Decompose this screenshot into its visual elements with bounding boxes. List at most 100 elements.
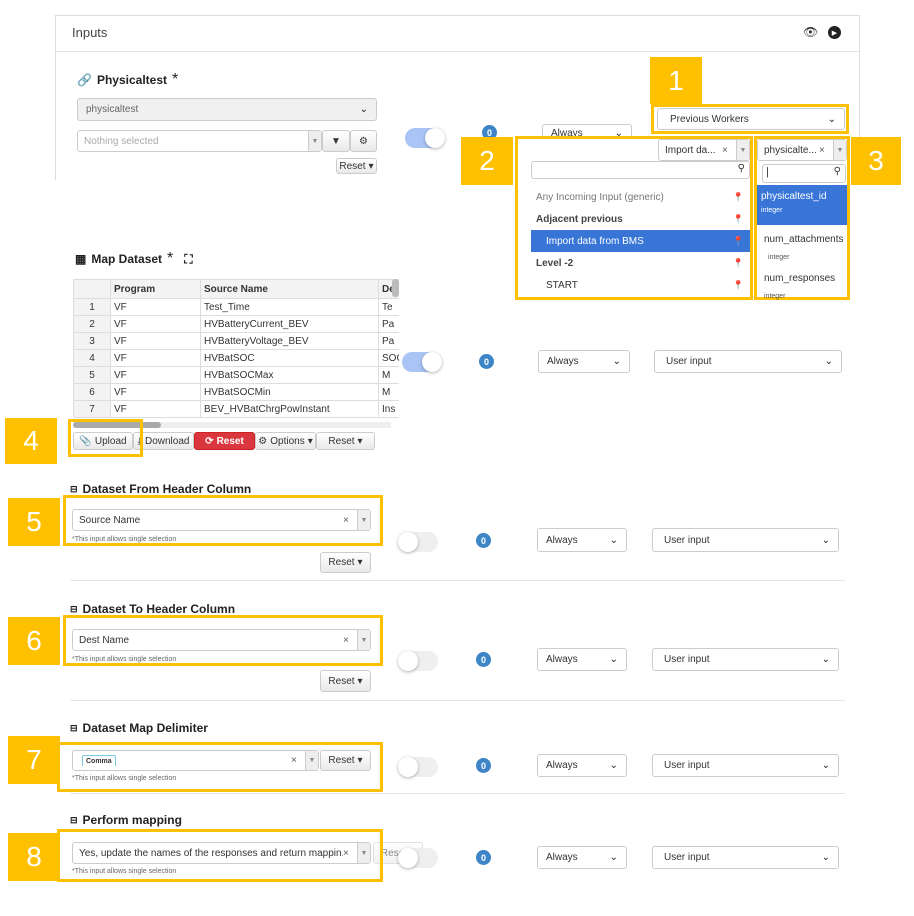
table-cell[interactable]: VF	[110, 332, 201, 350]
table-row[interactable]: 2 VF HVBatteryCurrent_BEV Pa	[73, 315, 399, 333]
table-cell[interactable]: HVBatSOCMin	[200, 383, 379, 401]
clear-icon[interactable]: ×	[722, 145, 736, 156]
incoming-search-input[interactable]: ⚲	[531, 161, 750, 179]
filter-icon: ▼	[331, 135, 341, 147]
reset-button[interactable]: Reset▾	[320, 552, 371, 573]
table-cell[interactable]: VF	[110, 383, 201, 401]
field-search-input[interactable]: | ⚲	[762, 164, 846, 183]
filter-button[interactable]: ▼	[322, 130, 350, 152]
table-cell[interactable]: HVBatteryVoltage_BEV	[200, 332, 379, 350]
table-cell[interactable]: BEV_HVBatChrgPowInstant	[200, 400, 379, 418]
origin-select[interactable]: Previous Workers ⌄	[657, 108, 845, 130]
when-select[interactable]: Always ⌄	[537, 846, 627, 869]
enable-toggle[interactable]	[402, 352, 442, 372]
list-item[interactable]: START 📍	[531, 274, 750, 296]
table-cell[interactable]: HVBatteryCurrent_BEV	[200, 315, 379, 333]
origin-select[interactable]: User input ⌄	[652, 648, 839, 671]
annotation-label: 7	[8, 736, 60, 784]
pin-icon: 📍	[732, 213, 744, 224]
collapse-icon[interactable]: ⊟	[70, 604, 78, 615]
origin-select[interactable]: User input ⌄	[652, 528, 839, 552]
table-cell[interactable]: Test_Time	[200, 298, 379, 316]
table-row[interactable]: 3 VF HVBatteryVoltage_BEV Pa	[73, 332, 399, 350]
column-header[interactable]: Program	[110, 279, 201, 299]
table-cell[interactable]: VF	[110, 366, 201, 384]
table-cell[interactable]: SOC	[378, 349, 399, 367]
pin-icon: 📍	[732, 191, 744, 202]
enable-toggle[interactable]	[398, 651, 438, 671]
reset-button[interactable]: Reset▾	[316, 432, 375, 450]
table-cell[interactable]: Ins	[378, 400, 399, 418]
enable-toggle[interactable]	[398, 848, 438, 868]
eye-icon[interactable]: 👁	[803, 25, 818, 39]
table-cell[interactable]: VF	[110, 298, 201, 316]
reset-button[interactable]: Reset▾	[320, 670, 371, 692]
settings-button[interactable]: ⚙	[350, 130, 377, 152]
enable-toggle[interactable]	[405, 128, 445, 148]
table-cell[interactable]: Pa	[378, 315, 399, 333]
table-cell[interactable]: Te	[378, 298, 399, 316]
list-item[interactable]: num_attachments integer	[757, 231, 847, 266]
column-header[interactable]: Source Name	[200, 279, 379, 299]
table-row[interactable]: 7 VF BEV_HVBatChrgPowInstant Ins	[73, 400, 399, 418]
divider	[70, 793, 845, 794]
when-select[interactable]: Always ⌄	[537, 754, 627, 777]
vertical-scrollbar[interactable]	[392, 279, 399, 297]
count-badge: 0	[476, 533, 491, 548]
header-divider	[56, 51, 859, 52]
enable-toggle[interactable]	[398, 532, 438, 552]
table-cell[interactable]: M	[378, 366, 399, 384]
column-header[interactable]	[73, 279, 111, 299]
when-select[interactable]: Always ⌄	[537, 648, 627, 671]
reset-button[interactable]: Reset▾	[336, 158, 377, 174]
gear-icon: ⚙	[258, 435, 268, 447]
list-item-selected[interactable]: Import data from BMS 📍	[531, 230, 750, 252]
list-item[interactable]: Any Incoming Input (generic) 📍	[531, 186, 750, 208]
pin-icon: 📍	[732, 235, 744, 246]
origin-select[interactable]: User input ⌄	[654, 350, 842, 373]
row-number: 5	[73, 366, 111, 384]
play-icon[interactable]: ▶	[828, 26, 841, 39]
dataset-table[interactable]: Program Source Name De 1 VF Test_Time Te 2 VF HVB…	[73, 279, 399, 422]
table-cell[interactable]: HVBatSOCMax	[200, 366, 379, 384]
clear-icon[interactable]: ×	[819, 145, 833, 156]
section-title: ⊟ Perform mapping	[70, 813, 182, 827]
search-icon: ⚲	[737, 163, 745, 174]
collapse-icon[interactable]: ⊟	[70, 815, 78, 826]
when-select[interactable]: Always ⌄	[537, 528, 627, 552]
origin-select[interactable]: User input ⌄	[652, 754, 839, 777]
refresh-icon: ⟳	[205, 435, 214, 447]
reset-data-button[interactable]: ⟳ Reset	[194, 432, 255, 450]
annotation-box	[63, 615, 383, 666]
row-number: 3	[73, 332, 111, 350]
table-row[interactable]: 5 VF HVBatSOCMax M	[73, 366, 399, 384]
table-row[interactable]: 1 VF Test_Time Te	[73, 298, 399, 316]
table-cell[interactable]: Pa	[378, 332, 399, 350]
expand-icon[interactable]: ⛶	[184, 252, 192, 267]
incoming-dropdown: Import da... × ▼ ⚲ Any Incoming Input (gen…	[515, 136, 753, 300]
enable-toggle[interactable]	[398, 757, 438, 777]
caret-down-icon: ▾	[368, 160, 374, 172]
list-item[interactable]: num_responses integer	[757, 270, 847, 305]
collapse-icon[interactable]: ⊟	[70, 723, 78, 734]
options-button[interactable]: ⚙ Options ▾	[255, 432, 316, 450]
collapse-icon[interactable]: ⊟	[70, 484, 78, 495]
when-select[interactable]: Always ⌄	[538, 350, 630, 373]
source-select[interactable]: physicaltest ⌄	[77, 98, 377, 121]
table-cell[interactable]: M	[378, 383, 399, 401]
table-cell[interactable]: HVBatSOC	[200, 349, 379, 367]
field-chip[interactable]: physicalte... × ▼	[757, 139, 847, 161]
annotation-box	[68, 419, 143, 457]
caret-down-icon: ▼	[308, 131, 321, 151]
origin-select[interactable]: User input ⌄	[652, 846, 839, 869]
section-title: ⊟ Dataset To Header Column	[70, 602, 236, 616]
table-cell[interactable]: VF	[110, 349, 201, 367]
table-cell[interactable]: VF	[110, 400, 201, 418]
table-row[interactable]: 4VFHVBatSOCSOC	[73, 349, 399, 367]
row-number: 7	[73, 400, 111, 418]
table-cell[interactable]: VF	[110, 315, 201, 333]
table-row[interactable]: 6 VF HVBatSOCMin M	[73, 383, 399, 401]
filter-select[interactable]: Nothing selected ▼	[77, 130, 322, 152]
list-item-selected[interactable]: physicaltest_id integer	[757, 185, 847, 225]
incoming-chip[interactable]: Import da... × ▼	[658, 139, 750, 161]
